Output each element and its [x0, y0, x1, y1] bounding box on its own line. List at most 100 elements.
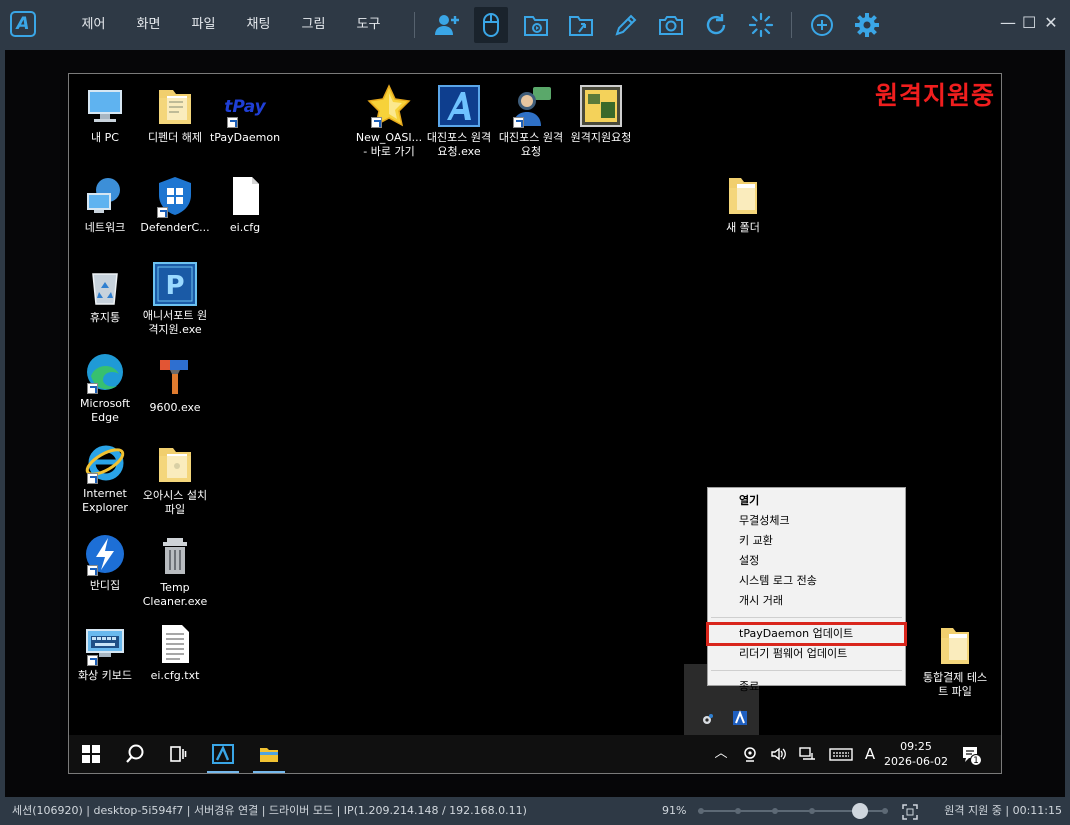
desktop-icon-ei-cfg-txt[interactable]: ei.cfg.txt — [139, 622, 211, 683]
menu-opening-deal[interactable]: 개시 거래 — [708, 591, 905, 611]
shield-icon — [153, 174, 197, 218]
settings-button[interactable] — [844, 7, 889, 43]
tool-group-right — [799, 7, 889, 43]
desktop-icon-defender-folder[interactable]: 디펜더 해제 — [139, 84, 211, 145]
draw-button[interactable] — [603, 7, 648, 43]
desktop-icon-tempcleaner[interactable]: Temp Cleaner.exe — [139, 534, 211, 609]
desktop-icon-new-folder[interactable]: 새 폴더 — [707, 174, 779, 235]
menu-reader-firmware-update[interactable]: 리더기 펌웨어 업데이트 — [708, 644, 905, 664]
zoom-tick — [809, 808, 815, 814]
desktop-icon-oasis-folder[interactable]: 오아시스 설치파일 — [139, 442, 211, 517]
zoom-value: 91% — [662, 804, 687, 817]
add-user-button[interactable] — [424, 7, 469, 43]
desktop-icon-edge[interactable]: Microsoft Edge — [69, 350, 141, 425]
desktop-icon-daejin-req[interactable]: 대진포스 원격요청 — [495, 84, 567, 159]
screenshot-button[interactable] — [648, 7, 693, 43]
menu-control[interactable]: 제어 — [66, 0, 121, 50]
search-button[interactable] — [115, 735, 155, 773]
desktop-icon-ie[interactable]: Internet Explorer — [69, 440, 141, 515]
desktop-icon-bandizip[interactable]: 반디집 — [69, 532, 141, 593]
session-info: 세션(106920) | desktop-5i594f7 | 서버경유 연결 |… — [12, 804, 527, 817]
tpay-logo-icon: tPay — [223, 84, 267, 128]
desktop-icon-tpaydaemon[interactable]: tPay tPayDaemon — [209, 84, 281, 145]
menu-separator — [711, 617, 902, 618]
pen-icon — [614, 14, 636, 36]
zoom-tick — [772, 808, 778, 814]
toolbar-divider — [414, 12, 415, 38]
fit-screen-button[interactable] — [902, 803, 918, 820]
screen-share-button[interactable] — [513, 7, 558, 43]
reconnect-button[interactable] — [738, 7, 783, 43]
search-icon — [126, 744, 144, 763]
desktop-icon-network[interactable]: 네트워크 — [69, 174, 141, 235]
menu-draw[interactable]: 그림 — [286, 0, 341, 50]
start-button[interactable] — [71, 735, 111, 773]
menu-send-system-log[interactable]: 시스템 로그 전송 — [708, 571, 905, 591]
toolbar-divider — [791, 12, 792, 38]
taskbar-clock[interactable]: 09:25 2026-06-02 — [881, 739, 951, 769]
menu-screen[interactable]: 화면 — [121, 0, 176, 50]
remote-desktop[interactable]: 원격지원중 내 PC 네트워크 휴지통 Microsoft Edge Inter… — [68, 73, 1002, 774]
refresh-button[interactable] — [693, 7, 738, 43]
tool-group — [424, 7, 783, 43]
desktop-icon-keyboard[interactable]: 화상 키보드 — [69, 622, 141, 683]
tray-volume-icon[interactable] — [769, 745, 787, 763]
menu-settings[interactable]: 설정 — [708, 551, 905, 571]
computer-icon — [83, 84, 127, 128]
internet-explorer-icon — [83, 440, 127, 484]
tray-gear-icon[interactable] — [700, 712, 714, 726]
remote-request-icon — [579, 84, 623, 128]
menu-open[interactable]: 열기 — [708, 491, 905, 511]
remote-support-banner: 원격지원중 — [874, 81, 995, 110]
menu-exit[interactable]: 종료 — [708, 677, 905, 697]
folder-icon — [153, 442, 197, 486]
notification-center-button[interactable]: 1 — [961, 745, 982, 766]
desktop-icon-daejin-exe[interactable]: 대진포스 원격요청.exe — [423, 84, 495, 159]
file-transfer-button[interactable] — [558, 7, 603, 43]
svg-text:P: P — [165, 271, 184, 301]
task-view-button[interactable] — [157, 735, 197, 773]
desktop-icon-payment-folder[interactable]: 통합결제 테스트 파일 — [919, 624, 991, 699]
close-button[interactable]: ✕ — [1044, 14, 1058, 32]
zoom-slider-knob[interactable] — [851, 803, 868, 819]
task-view-icon — [170, 746, 187, 762]
tray-webcam-icon[interactable] — [741, 745, 759, 763]
menu-file[interactable]: 파일 — [176, 0, 231, 50]
mouse-button[interactable] — [474, 7, 508, 43]
text-file-icon — [153, 622, 197, 666]
desktop-icon-9600[interactable]: 9600.exe — [139, 354, 211, 415]
tray-chevron-up-icon[interactable]: ︿ — [712, 745, 730, 763]
desktop-icon-mypc[interactable]: 내 PC — [69, 84, 141, 145]
support-status: 원격 지원 중 | 00:11:15 — [944, 804, 1062, 817]
windows-icon — [82, 745, 100, 763]
windows-taskbar: ︿ A 09:25 2026-06-02 1 — [69, 735, 1001, 773]
minimize-button[interactable]: — — [1000, 14, 1016, 32]
desktop-icon-anysupport[interactable]: P 애니서포트 원격지원.exe — [139, 262, 211, 337]
add-circle-icon — [810, 14, 833, 36]
menu-integrity-check[interactable]: 무결성체크 — [708, 511, 905, 531]
folder-icon — [933, 624, 977, 668]
maximize-button[interactable]: ☐ — [1022, 14, 1036, 32]
tray-network-icon[interactable] — [798, 745, 816, 763]
clock-date: 2026-06-02 — [884, 755, 948, 768]
desktop-icon-recycle[interactable]: 휴지통 — [69, 264, 141, 325]
menu-tpaydaemon-update[interactable]: tPayDaemon 업데이트 — [706, 622, 907, 646]
tray-keyboard-icon[interactable] — [829, 745, 853, 763]
desktop-icon-defenderc[interactable]: DefenderC... — [139, 174, 211, 235]
svg-text:tPay: tPay — [224, 97, 266, 117]
menu-tools[interactable]: 도구 — [341, 0, 396, 50]
taskbar-app-explorer[interactable] — [249, 735, 289, 773]
folder-icon — [153, 84, 197, 128]
gear-icon — [854, 13, 879, 37]
add-button[interactable] — [799, 7, 844, 43]
desktop-icon-remote-request[interactable]: 원격지원요청 — [565, 84, 637, 145]
tray-daejin-icon[interactable] — [732, 710, 748, 726]
tray-ime-indicator[interactable]: A — [861, 745, 879, 763]
desktop-icon-new-oasis[interactable]: New_OASI... - 바로 가기 — [353, 84, 425, 159]
hammer-icon — [153, 354, 197, 398]
taskbar-app-daejin[interactable] — [203, 735, 243, 773]
desktop-icon-ei-cfg[interactable]: ei.cfg — [209, 174, 281, 235]
zoom-slider[interactable] — [698, 803, 888, 819]
menu-chat[interactable]: 채팅 — [231, 0, 286, 50]
menu-key-exchange[interactable]: 키 교환 — [708, 531, 905, 551]
